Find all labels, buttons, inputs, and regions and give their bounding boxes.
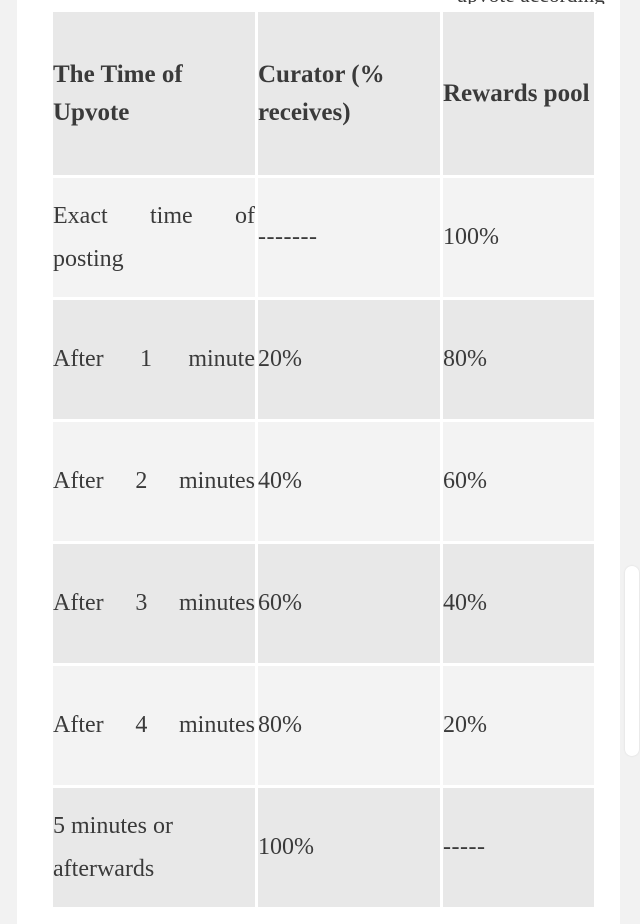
page-content-surface: upvote according The Time of Upvote Cura… <box>17 0 620 924</box>
cell-rewards-pool: ----- <box>443 788 594 907</box>
cell-rewards-pool: 60% <box>443 422 594 541</box>
cell-time-of-upvote: After 1 minute <box>53 300 255 419</box>
cell-time-of-upvote: After 3 minutes <box>53 544 255 663</box>
cell-rewards-pool: 20% <box>443 666 594 785</box>
column-header-rewards-pool: Rewards pool <box>443 12 594 175</box>
cell-curator-percent: ------- <box>258 178 440 297</box>
cell-rewards-pool: 100% <box>443 178 594 297</box>
table-row: Exact time of posting ------- 100% <box>53 178 594 297</box>
clipped-paragraph-above-table: upvote according <box>50 0 605 4</box>
cell-time-of-upvote: After 4 minutes <box>53 666 255 785</box>
cell-rewards-pool: 80% <box>443 300 594 419</box>
column-header-time-of-upvote: The Time of Upvote <box>53 12 255 175</box>
table-row: After 4 minutes 80% 20% <box>53 666 594 785</box>
table-row: After 2 minutes 40% 60% <box>53 422 594 541</box>
cell-time-of-upvote: Exact time of posting <box>53 178 255 297</box>
vertical-scrollbar-track[interactable] <box>624 0 637 924</box>
table-row: 5 minutes or afterwards 100% ----- <box>53 788 594 907</box>
table-header-row: The Time of Upvote Curator (% receives) … <box>53 12 594 175</box>
cell-time-of-upvote: After 2 minutes <box>53 422 255 541</box>
cell-curator-percent: 80% <box>258 666 440 785</box>
table-row: After 1 minute 20% 80% <box>53 300 594 419</box>
cell-curator-percent: 60% <box>258 544 440 663</box>
cell-curator-percent: 40% <box>258 422 440 541</box>
cell-curator-percent: 20% <box>258 300 440 419</box>
vertical-scrollbar-thumb[interactable] <box>625 566 639 756</box>
page-background-strip-left <box>0 0 17 924</box>
cell-rewards-pool: 40% <box>443 544 594 663</box>
cell-time-of-upvote: 5 minutes or afterwards <box>53 788 255 907</box>
curation-rewards-table: The Time of Upvote Curator (% receives) … <box>50 9 597 910</box>
column-header-curator-percent: Curator (% receives) <box>258 12 440 175</box>
cell-curator-percent: 100% <box>258 788 440 907</box>
table-row: After 3 minutes 60% 40% <box>53 544 594 663</box>
